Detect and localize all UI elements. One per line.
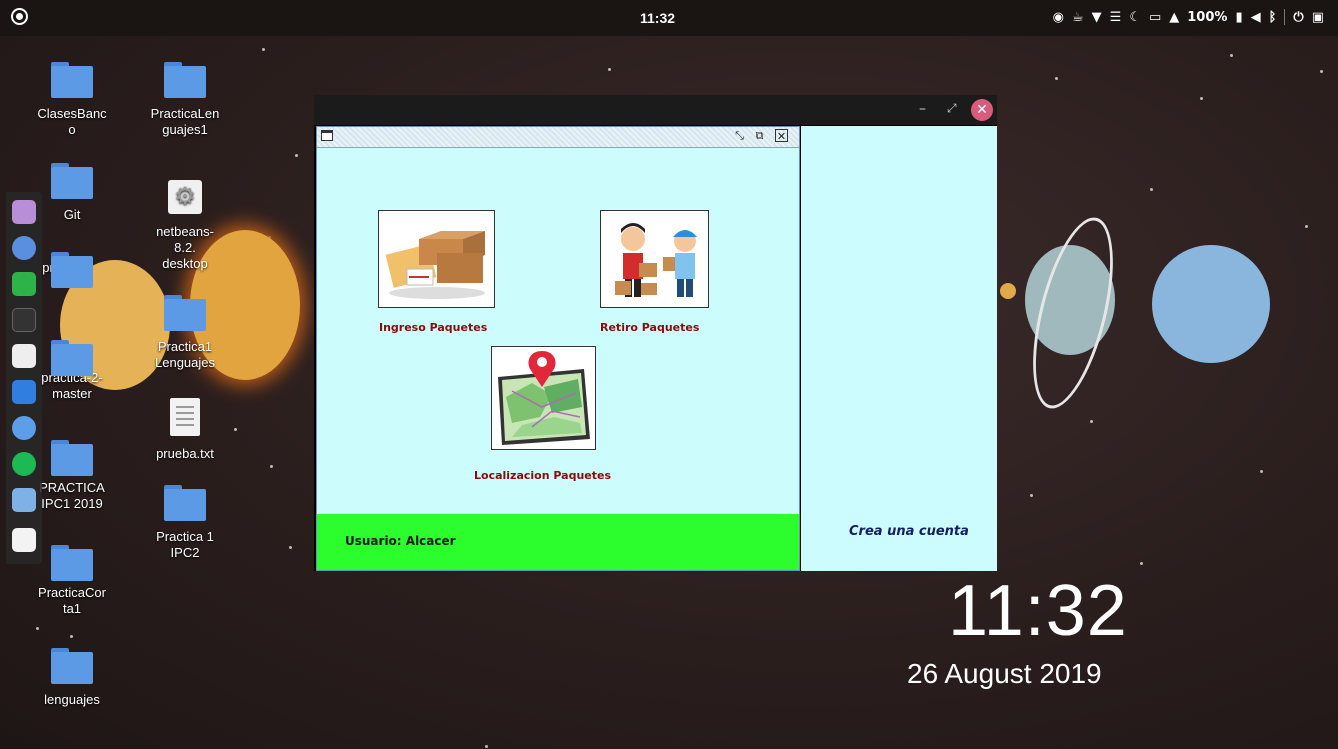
- localizacion-paquetes-label: Localizacion Paquetes: [474, 469, 612, 482]
- spotify-icon[interactable]: [12, 452, 36, 476]
- iconify-icon[interactable]: ⤡: [733, 129, 746, 142]
- side-panel: Crea una cuenta: [801, 126, 997, 571]
- desktop-file-prueba-txt[interactable]: prueba.txt: [135, 398, 235, 462]
- folder-icon: [51, 163, 93, 199]
- bluetooth-icon[interactable]: ᛒ: [1269, 10, 1277, 25]
- retiro-paquetes-label: Retiro Paquetes: [600, 321, 700, 334]
- files-icon[interactable]: [12, 200, 36, 224]
- topbar-clock[interactable]: 11:32: [640, 10, 675, 26]
- desktop-icon-label: netbeans- 8.2. desktop: [156, 224, 214, 271]
- close-button[interactable]: ✕: [971, 99, 993, 121]
- folder-icon: [51, 62, 93, 98]
- desktop-folder-practicalenguajes1[interactable]: PracticaLen guajes1: [135, 62, 235, 138]
- map-pin-icon: [498, 351, 590, 445]
- music-icon[interactable]: [12, 344, 36, 368]
- gear-icon: ⚙: [168, 180, 202, 214]
- folder-icon[interactable]: ▭: [1149, 10, 1161, 25]
- java-icon[interactable]: [12, 528, 36, 552]
- folder-icon: [164, 485, 206, 521]
- folder-icon: [51, 545, 93, 581]
- folder-icon: [51, 440, 93, 476]
- activities-icon[interactable]: [11, 8, 28, 25]
- tray-separator: [1284, 9, 1286, 25]
- folder-icon: [51, 252, 93, 288]
- notification-icon[interactable]: ▲: [1169, 10, 1179, 25]
- virtualbox-icon[interactable]: [12, 488, 36, 512]
- top-bar: 11:32 ◉ ☕ ▼ ☰ ☾ ▭ ▲ 100% ▮ ◀ ᛒ ⏻ ▣: [0, 0, 1338, 36]
- user-menu-icon[interactable]: ▣: [1312, 10, 1324, 25]
- desktop-icon-label: Practica 1 IPC2: [156, 529, 214, 560]
- chrome-icon[interactable]: [12, 416, 36, 440]
- packages-icon: [385, 231, 485, 299]
- orange-sliver-icon: [1000, 283, 1016, 299]
- internal-frame-titlebar[interactable]: ⤡ ⧉ ✕: [317, 127, 799, 148]
- restore-icon[interactable]: ⧉: [753, 129, 766, 142]
- desktop-clock: 11:32: [948, 571, 1128, 651]
- desktop-folder-practica-1-ipc2[interactable]: Practica 1 IPC2: [135, 485, 235, 561]
- window-titlebar[interactable]: – ⤢ ✕: [314, 95, 997, 125]
- wifi-icon[interactable]: ▼: [1092, 10, 1102, 25]
- folder-icon: [51, 648, 93, 684]
- system-tray[interactable]: ◉ ☕ ▼ ☰ ☾ ▭ ▲ 100% ▮ ◀ ᛒ ⏻ ▣: [1053, 9, 1324, 25]
- desktop-icon-label: prueba.txt: [156, 446, 214, 461]
- volume-icon[interactable]: ◀: [1251, 10, 1261, 25]
- retiro-paquetes-button[interactable]: [600, 210, 709, 308]
- app-window: – ⤢ ✕ ⤡ ⧉ ✕ Ingreso Paquetes Retiro Paqu…: [314, 95, 997, 571]
- desktop-icon-label: PracticaLen guajes1: [150, 106, 220, 137]
- desktop-icon-label: PracticaCor ta1: [38, 585, 106, 616]
- minimize-button[interactable]: –: [919, 101, 926, 117]
- power-icon[interactable]: ⏻: [1293, 10, 1303, 25]
- discord-icon[interactable]: ◉: [1053, 10, 1064, 25]
- desktop-icon-label: ClasesBanc o: [37, 106, 107, 137]
- delivery-people-icon: [615, 223, 697, 297]
- frame-close-icon[interactable]: ✕: [775, 129, 788, 143]
- caffeine-icon[interactable]: ☕: [1072, 10, 1084, 25]
- battery-icon[interactable]: ▮: [1235, 10, 1242, 25]
- desktop-file-netbeans-desktop[interactable]: ⚙ netbeans- 8.2. desktop: [135, 180, 235, 272]
- user-label: Usuario: Alcacer: [345, 534, 456, 548]
- desktop-icon-label: Practica1 Lenguajes: [155, 339, 215, 370]
- ingreso-paquetes-label: Ingreso Paquetes: [379, 321, 488, 334]
- desktop-folder-practica1lenguajes[interactable]: Practica1 Lenguajes: [135, 295, 235, 371]
- battery-label[interactable]: 100%: [1187, 10, 1227, 25]
- desktop-date: 26 August 2019: [907, 658, 1102, 689]
- spreadsheet-icon[interactable]: [12, 272, 36, 296]
- folder-icon: [164, 295, 206, 331]
- app-grid-icon[interactable]: [12, 236, 36, 260]
- desktop-icon-label: lenguajes: [44, 692, 100, 707]
- create-account-link[interactable]: Crea una cuenta: [849, 524, 969, 539]
- text-editor-icon[interactable]: [12, 380, 36, 404]
- ice-creature-icon: [1152, 245, 1270, 363]
- text-file-icon: [170, 398, 200, 436]
- desktop-folder-lenguajes[interactable]: lenguajes: [22, 648, 122, 708]
- folder-icon: [164, 62, 206, 98]
- internal-frame: ⤡ ⧉ ✕ Ingreso Paquetes Retiro Paquetes L…: [316, 126, 800, 571]
- ingreso-paquetes-button[interactable]: [378, 210, 495, 308]
- folder-icon: [51, 340, 93, 376]
- menu-icon[interactable]: ☰: [1110, 10, 1122, 25]
- desktop-folder-clasesbanco[interactable]: ClasesBanc o: [22, 62, 122, 138]
- localizacion-paquetes-button[interactable]: [491, 346, 596, 450]
- user-status-bar: Usuario: Alcacer: [317, 514, 799, 570]
- terminal-icon[interactable]: [12, 308, 36, 332]
- maximize-button[interactable]: ⤢: [947, 101, 957, 116]
- frame-icon: [321, 130, 333, 141]
- night-light-icon[interactable]: ☾: [1129, 10, 1141, 25]
- dock: [6, 192, 42, 564]
